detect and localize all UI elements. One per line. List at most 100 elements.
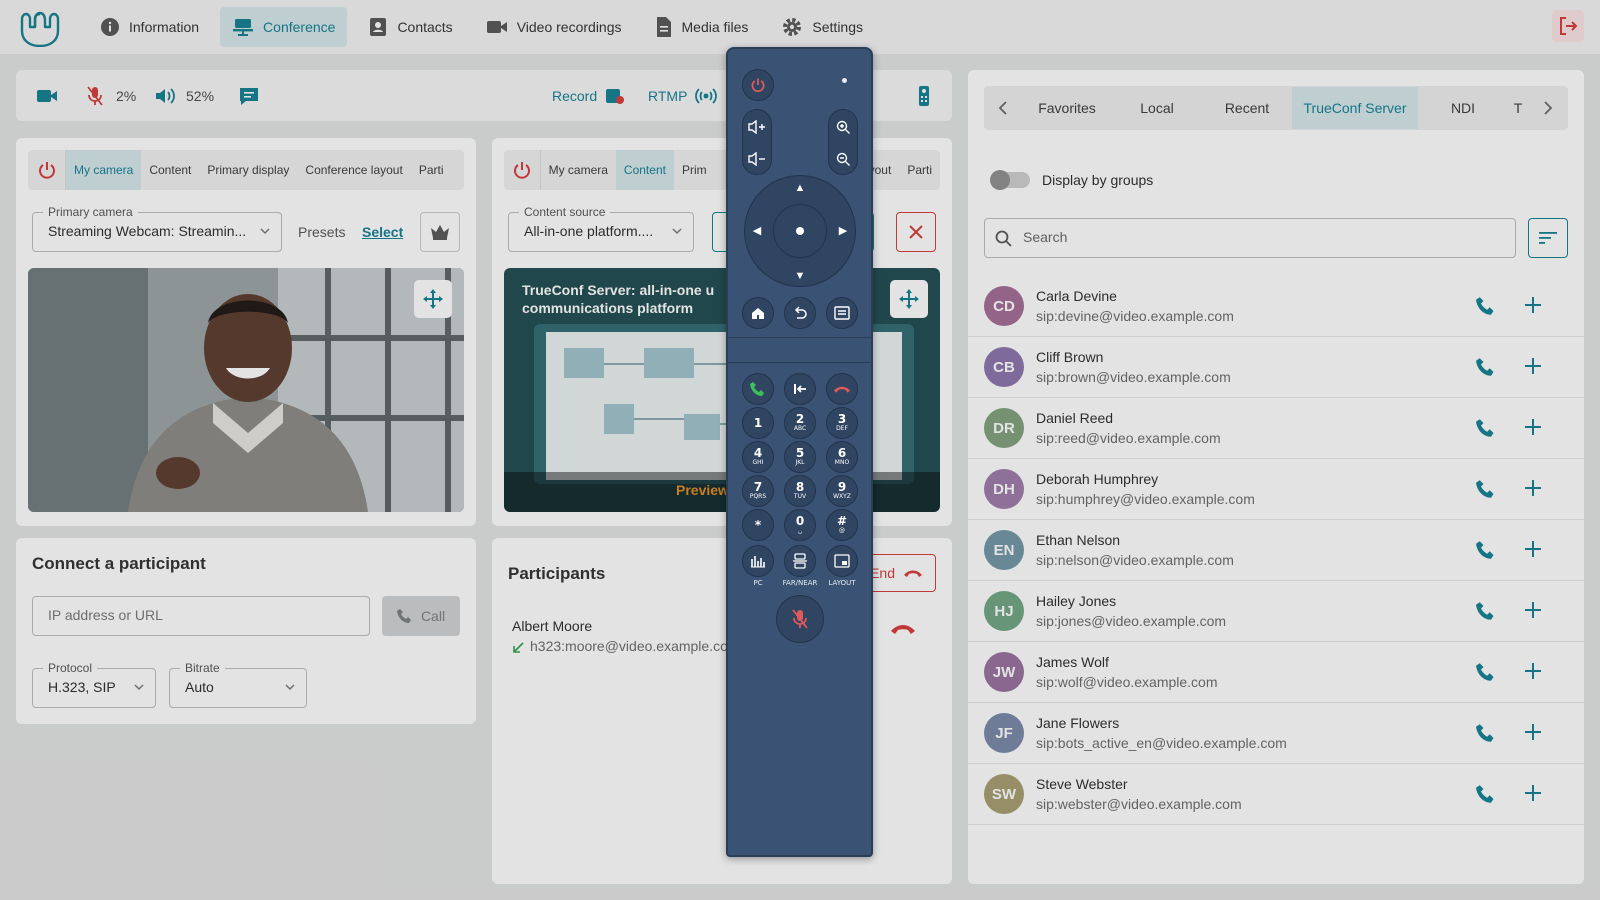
- nav-contacts[interactable]: Contacts: [356, 7, 464, 47]
- primary-camera-select[interactable]: Primary camera Streaming Webcam: Streami…: [32, 205, 282, 252]
- tabs-scroll-right-button[interactable]: [1528, 86, 1568, 130]
- tab-conference-layout[interactable]: Conference layout: [297, 150, 410, 190]
- camera-power-button[interactable]: [28, 150, 66, 190]
- contact-search-input[interactable]: Search: [984, 218, 1516, 258]
- nav-conference[interactable]: Conference: [220, 7, 348, 47]
- back-button[interactable]: [784, 297, 816, 329]
- dpad-ok-button[interactable]: [773, 204, 827, 258]
- tab-participants[interactable]: Parti: [411, 150, 452, 190]
- microphone-toggle-button[interactable]: [86, 70, 104, 121]
- tab-primary-display[interactable]: Primary display: [199, 150, 297, 190]
- call-contact-button[interactable]: [1476, 479, 1496, 504]
- participant-hangup-button[interactable]: [890, 622, 916, 640]
- keypad-key[interactable]: 1: [742, 407, 774, 439]
- call-button[interactable]: Call: [382, 596, 460, 636]
- camera-toggle-button[interactable]: [36, 70, 58, 121]
- tab-trueconf-server[interactable]: TrueConf Server: [1292, 87, 1418, 129]
- keypad-key[interactable]: 9 WXYZ: [826, 475, 858, 507]
- move-view-button[interactable]: [890, 280, 928, 318]
- move-view-button[interactable]: [414, 280, 452, 318]
- far-near-button[interactable]: [784, 545, 816, 577]
- contact-row[interactable]: DH Deborah Humphrey sip:humphrey@video.exa…: [968, 459, 1584, 520]
- add-contact-button[interactable]: [1524, 723, 1542, 746]
- layout-button[interactable]: [826, 545, 858, 577]
- home-button[interactable]: [742, 297, 774, 329]
- presets-select-link[interactable]: Select: [362, 224, 403, 240]
- record-button[interactable]: Record: [552, 70, 625, 121]
- add-contact-button[interactable]: [1524, 784, 1542, 807]
- keypad-key[interactable]: # @: [826, 509, 858, 541]
- protocol-select[interactable]: Protocol H.323, SIP: [32, 661, 156, 708]
- keypad-key[interactable]: 8 TUV: [784, 475, 816, 507]
- nav-settings[interactable]: Settings: [769, 7, 875, 47]
- keypad-key[interactable]: 5 JKL: [784, 441, 816, 473]
- bitrate-select[interactable]: Bitrate Auto: [169, 661, 307, 708]
- zoom-out-button[interactable]: [830, 147, 856, 171]
- address-input[interactable]: IP address or URL: [32, 596, 370, 636]
- content-power-button[interactable]: [504, 150, 541, 190]
- display-by-groups-toggle[interactable]: [990, 170, 1030, 190]
- tab-my-camera[interactable]: My camera: [66, 150, 142, 190]
- menu-button[interactable]: [826, 297, 858, 329]
- pc-button[interactable]: [742, 545, 774, 577]
- contact-row[interactable]: JW James Wolf sip:wolf@video.example.com: [968, 642, 1584, 703]
- contact-row[interactable]: HJ Hailey Jones sip:jones@video.example.co…: [968, 581, 1584, 642]
- dpad-up-button[interactable]: ▲: [791, 179, 809, 197]
- call-hangup-button[interactable]: [826, 373, 858, 405]
- logout-button[interactable]: [1552, 10, 1584, 42]
- redial-button[interactable]: [784, 373, 816, 405]
- chat-button[interactable]: [238, 70, 260, 121]
- app-logo[interactable]: [14, 3, 66, 51]
- add-contact-button[interactable]: [1524, 540, 1542, 563]
- call-contact-button[interactable]: [1476, 662, 1496, 687]
- contact-row[interactable]: CD Carla Devine sip:devine@video.example.c…: [968, 276, 1584, 337]
- contact-row[interactable]: SW Steve Webster sip:webster@video.example…: [968, 764, 1584, 825]
- dpad-down-button[interactable]: ▼: [791, 267, 809, 285]
- tab-local[interactable]: Local: [1112, 87, 1202, 129]
- volume-up-button[interactable]: [744, 115, 770, 139]
- call-contact-button[interactable]: [1476, 723, 1496, 748]
- remote-mic-mute-button[interactable]: [776, 595, 824, 643]
- contact-row[interactable]: EN Ethan Nelson sip:nelson@video.example.c…: [968, 520, 1584, 581]
- tab-content[interactable]: Content: [615, 150, 674, 190]
- contact-row[interactable]: JF Jane Flowers sip:bots_active_en@video.e…: [968, 703, 1584, 764]
- keypad-key[interactable]: 6 MNO: [826, 441, 858, 473]
- contact-row[interactable]: DR Daniel Reed sip:reed@video.example.com: [968, 398, 1584, 459]
- content-source-select[interactable]: Content source All-in-one platform....: [508, 205, 694, 252]
- add-contact-button[interactable]: [1524, 357, 1542, 380]
- call-contact-button[interactable]: [1476, 296, 1496, 321]
- tab-truncated[interactable]: T: [1508, 87, 1528, 129]
- remote-power-button[interactable]: [742, 69, 774, 101]
- add-contact-button[interactable]: [1524, 296, 1542, 319]
- keypad-key[interactable]: 2 ABC: [784, 407, 816, 439]
- nav-information[interactable]: Information: [88, 7, 211, 47]
- call-contact-button[interactable]: [1476, 784, 1496, 809]
- add-contact-button[interactable]: [1524, 418, 1542, 441]
- keypad-key[interactable]: 7 PQRS: [742, 475, 774, 507]
- tabs-scroll-left-button[interactable]: [984, 86, 1022, 130]
- keypad-key[interactable]: 0 ␣: [784, 509, 816, 541]
- tab-recent[interactable]: Recent: [1202, 87, 1292, 129]
- call-contact-button[interactable]: [1476, 540, 1496, 565]
- add-contact-button[interactable]: [1524, 662, 1542, 685]
- call-contact-button[interactable]: [1476, 418, 1496, 443]
- remote-control-button[interactable]: [918, 70, 930, 121]
- content-stop-button[interactable]: [896, 212, 936, 252]
- sort-button[interactable]: [1528, 218, 1568, 258]
- dpad-right-button[interactable]: ▶: [834, 222, 852, 240]
- rtmp-button[interactable]: RTMP: [648, 70, 718, 121]
- add-contact-button[interactable]: [1524, 479, 1542, 502]
- zoom-in-button[interactable]: [830, 115, 856, 139]
- speaker-toggle-button[interactable]: [154, 70, 176, 121]
- crown-button[interactable]: [420, 212, 460, 252]
- volume-down-button[interactable]: [744, 147, 770, 171]
- nav-media-files[interactable]: Media files: [643, 7, 761, 47]
- keypad-key[interactable]: 3 DEF: [826, 407, 858, 439]
- nav-video-recordings[interactable]: Video recordings: [474, 7, 634, 47]
- tab-participants[interactable]: Parti: [899, 150, 940, 190]
- tab-ndi[interactable]: NDI: [1418, 87, 1508, 129]
- call-contact-button[interactable]: [1476, 601, 1496, 626]
- call-contact-button[interactable]: [1476, 357, 1496, 382]
- call-answer-button[interactable]: [742, 373, 774, 405]
- add-contact-button[interactable]: [1524, 601, 1542, 624]
